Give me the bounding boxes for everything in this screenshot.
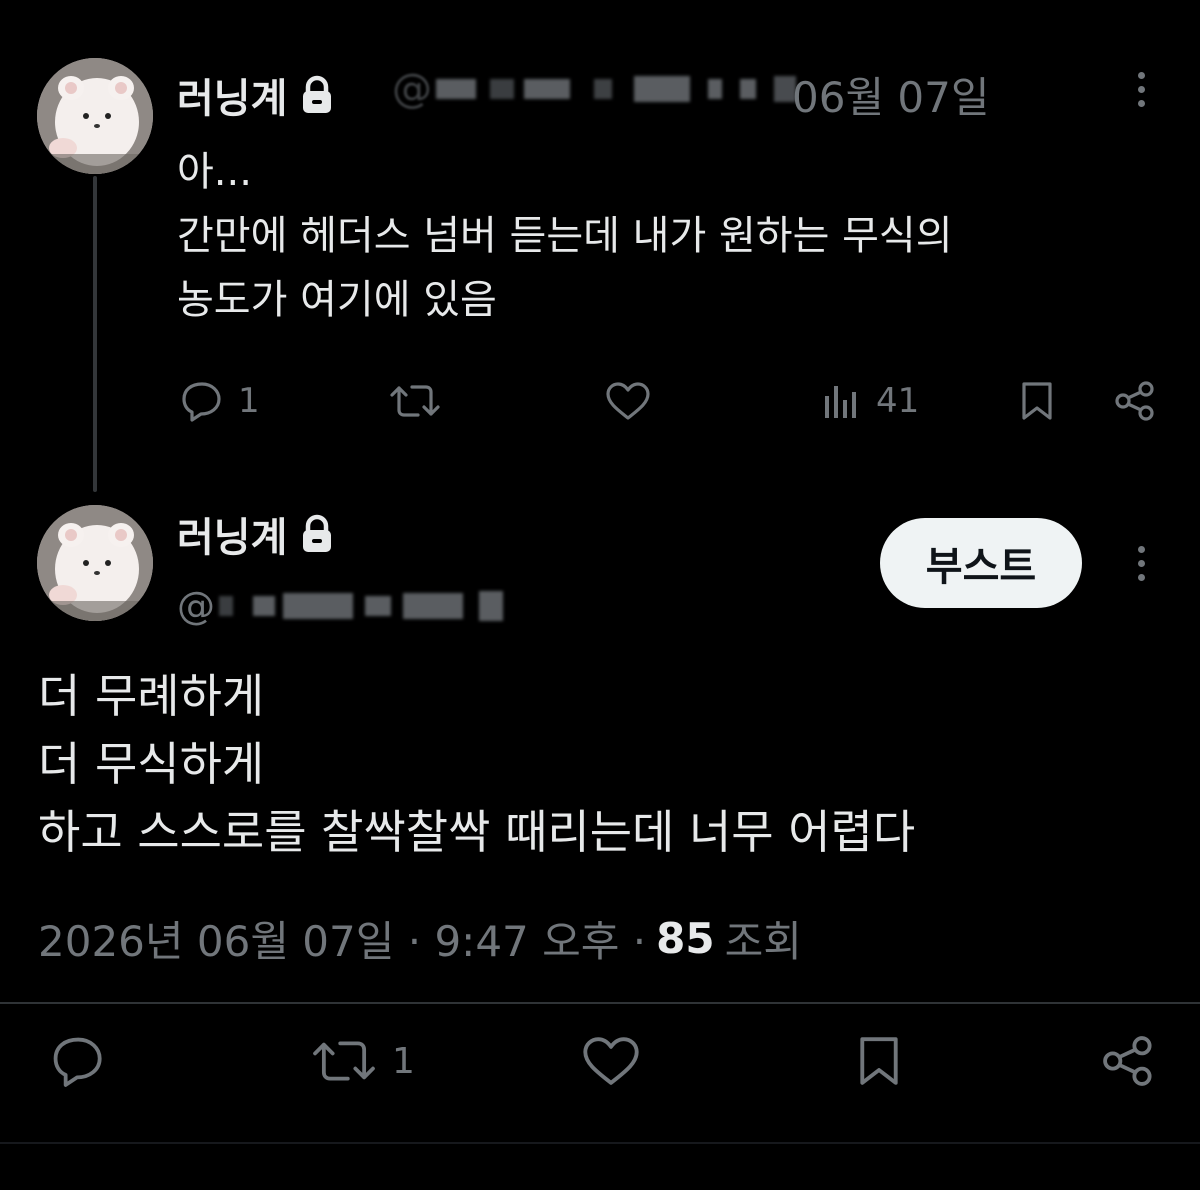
reply-icon [182, 382, 221, 422]
views-count: 85 [656, 914, 715, 963]
tweet-text-line: 더 무식하게 [38, 737, 265, 791]
repost-button[interactable] [388, 380, 456, 422]
redaction-block [365, 596, 391, 616]
redaction-block [283, 593, 353, 619]
share-button[interactable] [1100, 1034, 1156, 1088]
bookmark-button[interactable] [852, 1034, 906, 1088]
tweet-text: 더 무례하게 더 무식하게 하고 스스로를 찰싹찰싹 때리는데 너무 어렵다 [38, 662, 1168, 866]
display-name-text: 러닝계 [177, 76, 288, 122]
post-date[interactable]: 06월 07일 [792, 64, 990, 125]
repost-count: 1 [392, 1040, 415, 1082]
views-label: 조회 [724, 917, 802, 966]
redaction-block [403, 593, 463, 619]
redaction-block [253, 596, 275, 616]
handle-redacted[interactable]: @ [177, 584, 503, 628]
bookmark-button[interactable] [1016, 380, 1058, 422]
tweet-text-line: 농도가 여기에 있음 [177, 277, 497, 323]
tweet-thread: 러닝계 @ 06월 07일 아... 간만에 헤더스 넘버 듣는데 내가 원하는… [0, 0, 1200, 1190]
tweet-text-line: 하고 스스로를 찰싹찰싹 때리는데 너무 어렵다 [38, 805, 916, 859]
avatar-bear-image [37, 505, 153, 621]
share-icon [1115, 381, 1154, 421]
divider [0, 1142, 1200, 1144]
redaction-block [436, 79, 476, 99]
handle-prefix: @ [177, 584, 215, 628]
share-button[interactable] [1113, 380, 1157, 422]
redaction-block [524, 79, 570, 99]
reply-button[interactable]: 1 [178, 380, 260, 422]
avatar[interactable] [37, 58, 153, 174]
tweet-text: 아... 간만에 헤더스 넘버 듣는데 내가 원하는 무식의 농도가 여기에 있… [177, 140, 1167, 332]
post-timestamp[interactable]: 2026년 06월 07일 · 9:47 오후 · [38, 908, 646, 969]
display-name[interactable]: 러닝계 [177, 66, 335, 124]
views-icon [825, 386, 856, 418]
redaction-block [490, 79, 514, 99]
bookmark-icon [1022, 382, 1052, 420]
views-button[interactable]: 41 [820, 380, 919, 422]
handle-prefix: @ [392, 66, 432, 112]
like-button[interactable] [604, 380, 666, 422]
redaction-block [740, 79, 756, 99]
avatar[interactable] [37, 505, 153, 621]
follow-button[interactable]: 부스트 [880, 518, 1082, 608]
thread-connector-line [93, 176, 97, 492]
reply-button[interactable] [48, 1034, 120, 1088]
tweet-text-line: 간만에 헤더스 넘버 듣는데 내가 원하는 무식의 [177, 213, 953, 259]
tweet-text-line: 더 무례하게 [38, 669, 265, 723]
lock-icon [303, 75, 332, 113]
post-metadata: 2026년 06월 07일 · 9:47 오후 · 85 조회 [38, 908, 802, 969]
redaction-block [634, 76, 690, 102]
divider [0, 1002, 1200, 1004]
reply-icon [53, 1037, 102, 1087]
repost-button[interactable]: 1 [310, 1034, 415, 1088]
more-icon[interactable] [1133, 72, 1149, 112]
redaction-block [594, 79, 612, 99]
repost-icon [390, 385, 440, 417]
views-count: 41 [876, 381, 920, 421]
share-icon [1103, 1036, 1152, 1086]
like-icon [583, 1037, 639, 1085]
bookmark-icon [860, 1037, 898, 1085]
like-icon [606, 382, 650, 420]
redaction-block [708, 79, 722, 99]
reply-count: 1 [238, 381, 260, 421]
handle-redacted[interactable]: @ [392, 66, 796, 112]
lock-icon [303, 514, 332, 552]
tweet-text-line: 아... [177, 149, 252, 195]
display-name[interactable]: 러닝계 [177, 505, 335, 563]
redaction-block [479, 591, 503, 621]
repost-icon [313, 1041, 375, 1081]
more-icon[interactable] [1133, 546, 1149, 586]
display-name-text: 러닝계 [177, 515, 288, 561]
redaction-block [219, 596, 233, 616]
like-button[interactable] [580, 1034, 656, 1088]
avatar-bear-image [37, 58, 153, 174]
